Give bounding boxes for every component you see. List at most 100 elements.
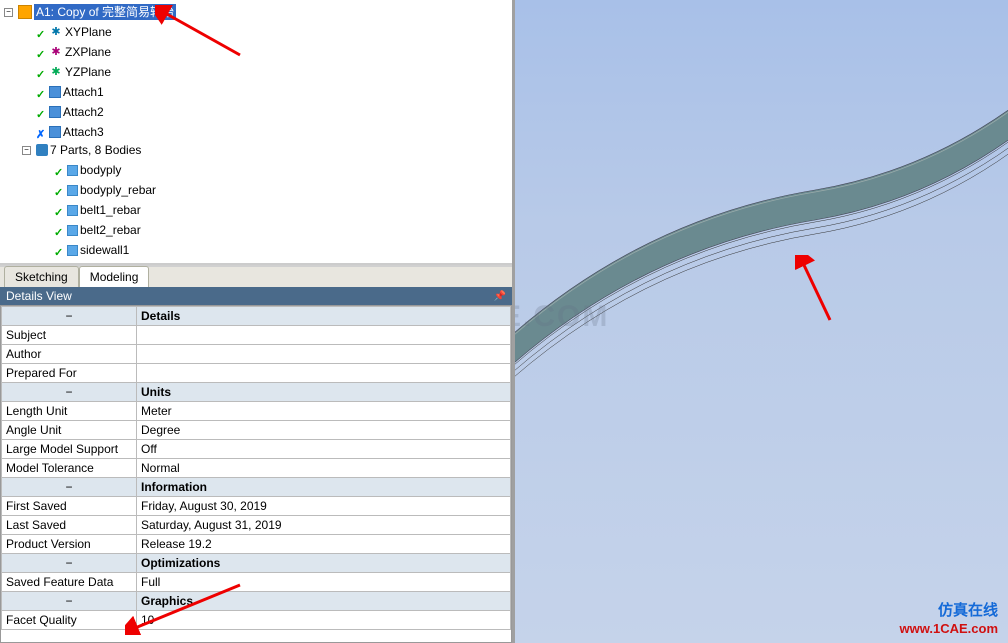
prop-val[interactable]: Degree [137, 421, 511, 440]
prop-val[interactable] [137, 364, 511, 383]
check-icon: ✓ [54, 165, 65, 176]
properties-table: −Details Subject Author Prepared For −Un… [1, 306, 511, 630]
attach-icon [49, 106, 61, 118]
node-label: bodyply_rebar [80, 182, 156, 198]
group-header: Optimizations [137, 554, 511, 573]
brand-url: www.1CAE.com [900, 620, 998, 638]
prop-key: Model Tolerance [2, 459, 137, 478]
brand-cn: 仿真在线 [900, 602, 998, 620]
group-toggle[interactable]: − [2, 554, 137, 573]
prop-val: Release 19.2 [137, 535, 511, 554]
tree-tabs: Sketching Modeling [0, 265, 512, 287]
tree-node-body[interactable]: ✓ bodyply [40, 162, 121, 178]
table-row[interactable]: Angle UnitDegree [2, 421, 511, 440]
watermark: 1CAE.COM [515, 300, 609, 334]
tree-root-node[interactable]: − A1: Copy of 完整简易轮胎 [4, 4, 176, 20]
node-label: Attach3 [63, 124, 104, 140]
node-label: sidewall1 [80, 242, 129, 258]
table-row[interactable]: Subject [2, 326, 511, 345]
plane-icon [49, 65, 63, 79]
tab-modeling[interactable]: Modeling [79, 266, 150, 287]
group-toggle[interactable]: − [2, 383, 137, 402]
tree-node-yzplane[interactable]: ✓ YZPlane [22, 64, 111, 80]
arrow-annotation [125, 580, 245, 635]
prop-val[interactable] [137, 345, 511, 364]
group-header: Details [137, 307, 511, 326]
group-toggle[interactable]: − [2, 307, 137, 326]
check-icon: ✓ [36, 47, 47, 58]
tree-node-body[interactable]: ✓sidewall1 [40, 242, 129, 258]
tree-node-parts[interactable]: −7 Parts, 8 Bodies [22, 142, 141, 158]
prop-val[interactable]: Normal [137, 459, 511, 478]
node-label: bodyply [80, 162, 121, 178]
node-label: XYPlane [65, 24, 112, 40]
tree-node-attach3[interactable]: ✗ Attach3 [22, 124, 104, 140]
table-row[interactable]: Model ToleranceNormal [2, 459, 511, 478]
check-icon: ✓ [54, 205, 65, 216]
parts-icon [36, 144, 48, 156]
prop-key: Last Saved [2, 516, 137, 535]
body-icon [67, 205, 78, 216]
tree-node-attach1[interactable]: ✓Attach1 [22, 84, 104, 100]
tab-sketching[interactable]: Sketching [4, 266, 79, 287]
table-row[interactable]: Length UnitMeter [2, 402, 511, 421]
left-pane: − A1: Copy of 完整简易轮胎 ✓XYPlane ✓ZXPlane ✓… [0, 0, 515, 643]
check-icon: ✓ [54, 185, 65, 196]
suppress-icon: ✗ [36, 127, 47, 138]
check-icon: ✓ [36, 67, 47, 78]
tire-geometry [515, 50, 1008, 400]
geometry-icon [18, 5, 32, 19]
table-row[interactable]: First SavedFriday, August 30, 2019 [2, 497, 511, 516]
tree-node-xyplane[interactable]: ✓XYPlane [22, 24, 112, 40]
plane-icon [49, 25, 63, 39]
table-row[interactable]: Product VersionRelease 19.2 [2, 535, 511, 554]
group-toggle[interactable]: − [2, 478, 137, 497]
prop-key: Product Version [2, 535, 137, 554]
prop-val[interactable]: Off [137, 440, 511, 459]
prop-key: Length Unit [2, 402, 137, 421]
tree-node-body[interactable]: ✓ bodyply_rebar [40, 182, 156, 198]
prop-val[interactable] [137, 326, 511, 345]
collapse-icon[interactable]: − [22, 146, 31, 155]
table-row[interactable]: Facet Quality10 [2, 611, 511, 630]
node-label: YZPlane [65, 64, 111, 80]
group-toggle[interactable]: − [2, 592, 137, 611]
pin-icon[interactable]: 📌 [494, 291, 506, 302]
tree-node-attach2[interactable]: ✓Attach2 [22, 104, 104, 120]
attach-icon [49, 86, 61, 98]
table-row[interactable]: Prepared For [2, 364, 511, 383]
node-label: ZXPlane [65, 44, 111, 60]
prop-val: Saturday, August 31, 2019 [137, 516, 511, 535]
prop-key: Facet Quality [2, 611, 137, 630]
check-icon: ✓ [36, 107, 47, 118]
prop-key: Saved Feature Data [2, 573, 137, 592]
table-row[interactable]: Last SavedSaturday, August 31, 2019 [2, 516, 511, 535]
body-icon [67, 185, 78, 196]
attach-icon [49, 126, 61, 138]
check-icon: ✓ [36, 87, 47, 98]
tree-node-body[interactable]: ✓belt1_rebar [40, 202, 141, 218]
group-header: Information [137, 478, 511, 497]
prop-key: Prepared For [2, 364, 137, 383]
details-view-header: Details View 📌 [0, 287, 512, 305]
prop-key: Large Model Support [2, 440, 137, 459]
collapse-icon[interactable]: − [4, 8, 13, 17]
arrow-annotation [155, 5, 245, 60]
prop-key: Angle Unit [2, 421, 137, 440]
table-row[interactable]: Saved Feature DataFull [2, 573, 511, 592]
prop-val[interactable]: Meter [137, 402, 511, 421]
tree-outline-pane[interactable]: − A1: Copy of 完整简易轮胎 ✓XYPlane ✓ZXPlane ✓… [0, 0, 512, 265]
tree-node-body[interactable]: ✓belt2_rebar [40, 222, 141, 238]
viewport-3d[interactable]: 1CAE.COM 仿真在线 www.1CAE.com [515, 0, 1008, 643]
details-view[interactable]: −Details Subject Author Prepared For −Un… [0, 305, 512, 643]
brand-overlay: 仿真在线 www.1CAE.com [900, 602, 998, 638]
details-title-label: Details View [6, 289, 72, 303]
tree-node-zxplane[interactable]: ✓ ZXPlane [22, 44, 111, 60]
table-row[interactable]: Large Model SupportOff [2, 440, 511, 459]
table-row[interactable]: Author [2, 345, 511, 364]
prop-key: Author [2, 345, 137, 364]
arrow-annotation [795, 255, 845, 325]
body-icon [67, 225, 78, 236]
body-icon [67, 245, 78, 256]
prop-key: First Saved [2, 497, 137, 516]
